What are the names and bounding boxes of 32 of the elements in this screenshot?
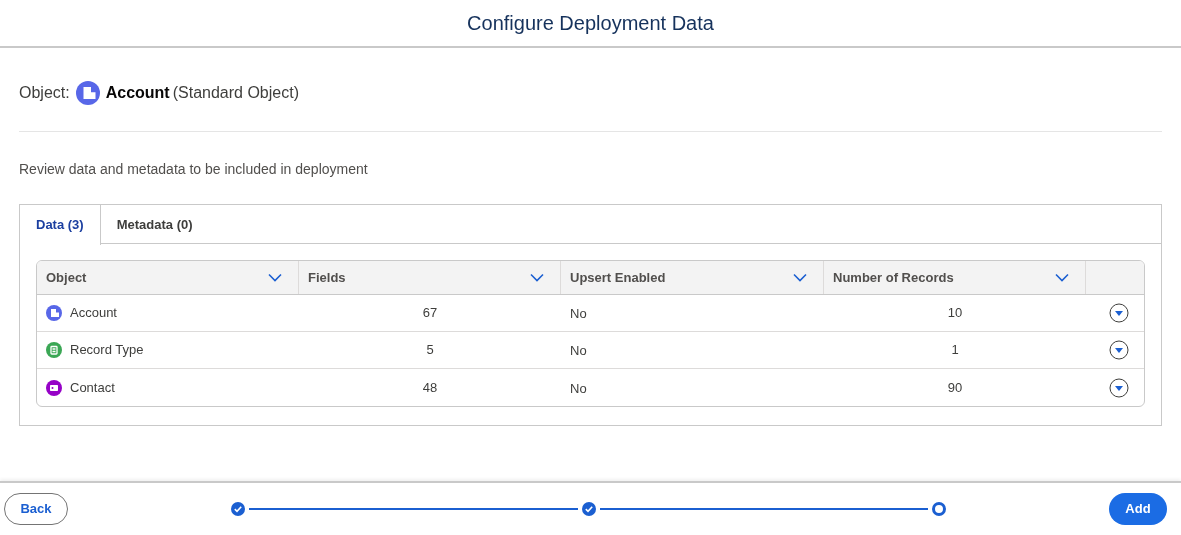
fields-cell-text: 48 <box>422 378 438 397</box>
chevron-down-icon[interactable] <box>268 273 282 282</box>
object-cell-text: Record Type <box>70 341 144 360</box>
column-header[interactable]: Fields <box>299 261 561 294</box>
row-menu-icon[interactable] <box>1109 377 1129 398</box>
chevron-down-icon[interactable] <box>1055 273 1069 282</box>
object-cell-text: Contact <box>70 378 115 397</box>
chevron-down-icon[interactable] <box>530 273 544 282</box>
dialog-title: Configure Deployment Data <box>467 11 714 36</box>
add-button[interactable]: Add <box>1109 493 1167 525</box>
fields-cell-text: 67 <box>422 304 438 323</box>
tab[interactable]: Metadata (0) <box>100 205 209 245</box>
records-cell-text: 90 <box>947 378 963 397</box>
column-header[interactable]: Object <box>37 261 299 294</box>
chevron-down-icon[interactable] <box>793 273 807 282</box>
tab[interactable]: Data (3) <box>20 205 101 245</box>
column-header[interactable]: Upsert Enabled <box>561 261 824 294</box>
column-header[interactable]: Number of Records <box>824 261 1086 294</box>
object-name: Account <box>105 82 170 103</box>
back-button[interactable]: Back <box>4 493 68 525</box>
upsert-cell: No <box>570 306 587 321</box>
object-type: (Standard Object) <box>172 82 299 103</box>
row-menu-icon[interactable] <box>1109 303 1129 323</box>
row-menu-icon[interactable] <box>1109 340 1129 360</box>
description-text: Review data and metadata to be included in deployment <box>19 160 369 179</box>
records-cell-text: 1 <box>951 341 959 360</box>
upsert-cell: No <box>570 343 587 358</box>
fields-cell-text: 5 <box>426 341 434 360</box>
object-label: Object: <box>19 82 70 103</box>
object-cell-text: Account <box>70 304 117 323</box>
records-cell-text: 10 <box>947 304 963 323</box>
upsert-cell: No <box>570 380 587 396</box>
